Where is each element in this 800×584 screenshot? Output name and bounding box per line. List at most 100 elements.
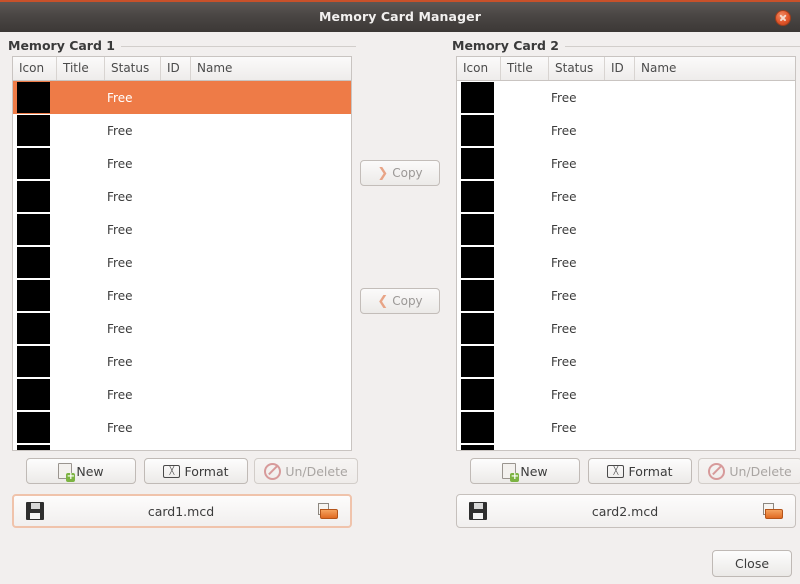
titlebar: Memory Card Manager xyxy=(0,0,800,32)
table-row[interactable]: Free xyxy=(13,114,351,147)
row-status-cell: Free xyxy=(549,289,605,303)
card-block-icon xyxy=(461,148,494,179)
new-button[interactable]: New xyxy=(26,458,136,484)
table-row[interactable]: Free xyxy=(457,378,795,411)
memory-card-1-actions: New ╳ Format Un/Delete xyxy=(12,458,352,486)
row-status-cell: Free xyxy=(549,388,605,402)
undelete-button-label: Un/Delete xyxy=(285,464,347,479)
card-block-icon xyxy=(461,181,494,212)
file-name: card1.mcd xyxy=(44,504,318,519)
table-row[interactable]: Free xyxy=(13,279,351,312)
card-block-icon xyxy=(17,82,50,113)
column-header-id[interactable]: ID xyxy=(161,57,191,80)
format-icon: ╳ xyxy=(163,465,180,478)
panel-title: Memory Card 1 xyxy=(8,38,121,54)
card-block-icon xyxy=(17,280,50,311)
table-row[interactable]: Free xyxy=(457,147,795,180)
column-header-status[interactable]: Status xyxy=(549,57,605,80)
row-icon-cell xyxy=(457,181,501,212)
table-row[interactable]: Free xyxy=(13,180,351,213)
format-button[interactable]: ╳ Format xyxy=(144,458,248,484)
table-row[interactable]: Free xyxy=(13,312,351,345)
format-button-label: Format xyxy=(184,464,228,479)
row-icon-cell xyxy=(13,280,57,311)
table-row[interactable]: Free xyxy=(457,81,795,114)
memory-card-1-file-bar[interactable]: card1.mcd xyxy=(12,494,352,528)
column-header-id[interactable]: ID xyxy=(605,57,635,80)
copy-to-right-button[interactable]: ❯ Copy xyxy=(360,160,440,186)
row-status-cell: Free xyxy=(549,91,605,105)
memory-card-manager-window: Memory Card Manager Memory Card 1 Icon T… xyxy=(0,0,800,584)
no-entry-icon xyxy=(708,463,725,480)
card-block-icon xyxy=(461,247,494,278)
format-button-label: Format xyxy=(628,464,672,479)
row-icon-cell xyxy=(457,280,501,311)
table-header: Icon Title Status ID Name xyxy=(13,57,351,81)
close-icon[interactable] xyxy=(775,10,791,26)
table-row[interactable]: Free xyxy=(457,312,795,345)
table-row[interactable]: Free xyxy=(13,147,351,180)
row-status-cell: Free xyxy=(105,190,161,204)
row-icon-cell xyxy=(13,412,57,443)
column-header-name[interactable]: Name xyxy=(635,57,795,80)
card-block-icon xyxy=(17,379,50,410)
card-block-icon xyxy=(461,82,494,113)
memory-card-2-table[interactable]: Icon Title Status ID Name FreeFreeFreeFr… xyxy=(456,56,796,451)
table-row[interactable]: Free xyxy=(13,246,351,279)
column-header-status[interactable]: Status xyxy=(105,57,161,80)
card-block-icon xyxy=(17,115,50,146)
chevron-left-icon: ❮ xyxy=(377,295,388,308)
memory-card-1-table[interactable]: Icon Title Status ID Name FreeFreeFreeFr… xyxy=(12,56,352,451)
card-block-icon xyxy=(17,346,50,377)
undelete-button-label: Un/Delete xyxy=(729,464,791,479)
close-button[interactable]: Close xyxy=(712,550,792,577)
table-row[interactable]: Free xyxy=(457,411,795,444)
table-row[interactable]: Free xyxy=(13,411,351,444)
row-icon-cell xyxy=(457,214,501,245)
table-row[interactable]: Free xyxy=(457,213,795,246)
row-status-cell: Free xyxy=(105,157,161,171)
card-block-icon xyxy=(461,412,494,443)
copy-to-left-label: Copy xyxy=(392,294,422,308)
new-button[interactable]: New xyxy=(470,458,580,484)
row-icon-cell xyxy=(457,379,501,410)
row-status-cell: Free xyxy=(105,124,161,138)
table-row[interactable]: Free xyxy=(13,81,351,114)
table-row[interactable]: Free xyxy=(13,444,351,450)
table-row[interactable]: Free xyxy=(457,279,795,312)
table-row[interactable]: Free xyxy=(457,114,795,147)
undelete-button[interactable]: Un/Delete xyxy=(254,458,358,484)
column-header-icon[interactable]: Icon xyxy=(457,57,501,80)
card-block-icon xyxy=(461,280,494,311)
table-row[interactable]: Free xyxy=(457,444,795,450)
format-button[interactable]: ╳ Format xyxy=(588,458,692,484)
card-block-icon xyxy=(461,214,494,245)
table-row[interactable]: Free xyxy=(457,246,795,279)
copy-to-left-button[interactable]: ❮ Copy xyxy=(360,288,440,314)
column-header-title[interactable]: Title xyxy=(57,57,105,80)
column-header-icon[interactable]: Icon xyxy=(13,57,57,80)
table-row[interactable]: Free xyxy=(457,345,795,378)
open-folder-icon[interactable] xyxy=(318,503,338,519)
memory-card-2-file-bar[interactable]: card2.mcd xyxy=(456,494,796,528)
row-status-cell: Free xyxy=(549,256,605,270)
table-row[interactable]: Free xyxy=(13,213,351,246)
open-folder-icon[interactable] xyxy=(763,503,783,519)
card-block-icon xyxy=(461,346,494,377)
column-header-name[interactable]: Name xyxy=(191,57,351,80)
undelete-button[interactable]: Un/Delete xyxy=(698,458,800,484)
row-icon-cell xyxy=(13,115,57,146)
card-block-icon xyxy=(17,412,50,443)
row-icon-cell xyxy=(13,148,57,179)
table-row[interactable]: Free xyxy=(13,345,351,378)
row-status-cell: Free xyxy=(105,388,161,402)
table-row[interactable]: Free xyxy=(457,180,795,213)
row-icon-cell xyxy=(13,346,57,377)
card-block-icon xyxy=(461,379,494,410)
row-icon-cell xyxy=(13,445,57,450)
table-row[interactable]: Free xyxy=(13,378,351,411)
row-status-cell: Free xyxy=(105,223,161,237)
column-header-title[interactable]: Title xyxy=(501,57,549,80)
row-icon-cell xyxy=(13,247,57,278)
row-icon-cell xyxy=(457,247,501,278)
